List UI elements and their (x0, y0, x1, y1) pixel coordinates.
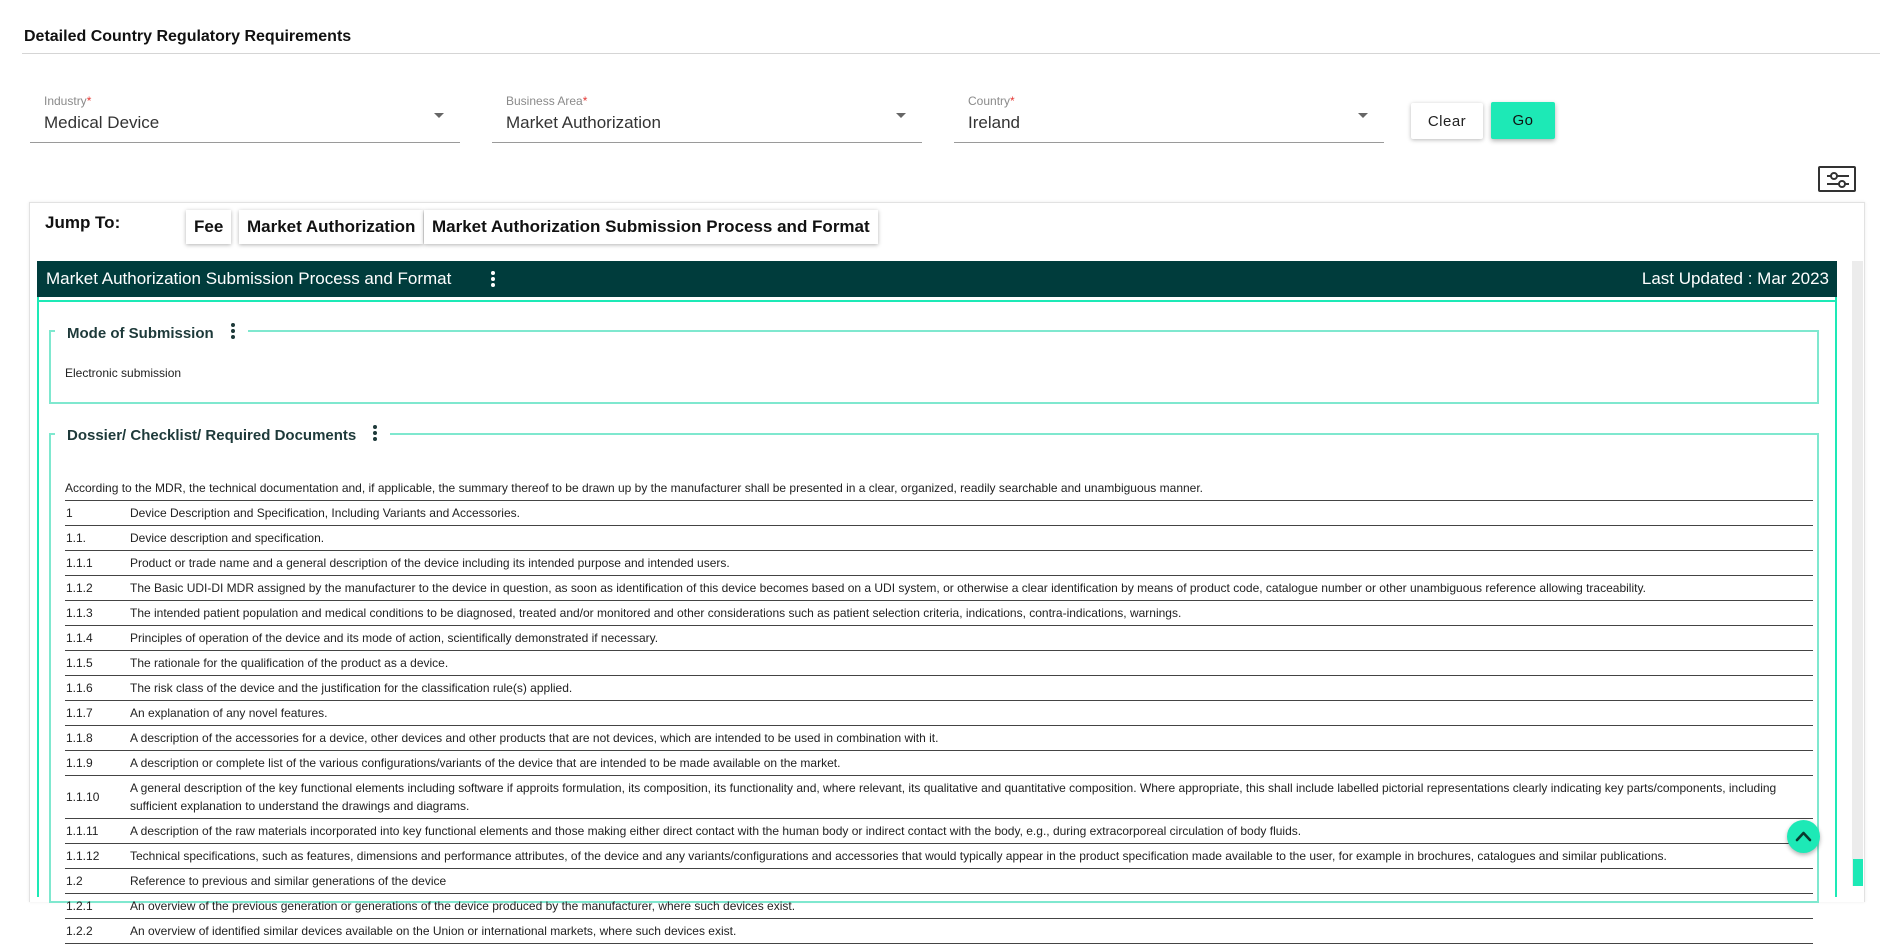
row-number: 1.1.4 (65, 625, 130, 651)
row-description: Product or trade name and a general desc… (130, 550, 1813, 576)
dossier-title: Dossier/ Checklist/ Required Documents (67, 426, 357, 444)
table-row: 1.1.10 A general description of the key f… (65, 775, 1813, 819)
more-vert-icon[interactable] (228, 322, 238, 344)
dossier-intro: According to the MDR, the technical docu… (65, 476, 1813, 501)
scrollbar[interactable] (1852, 261, 1863, 886)
table-row: 1.1.6 The risk class of the device and th… (65, 675, 1813, 701)
industry-label: Industry* (44, 94, 92, 108)
scrollbar-thumb[interactable] (1853, 859, 1863, 886)
row-number: 1.2.1 (65, 893, 130, 919)
jump-to-label: Jump To: (45, 213, 121, 232)
row-number: 1.1.8 (65, 725, 130, 751)
row-description: Device description and specification. (130, 525, 1813, 551)
table-row: 1.1.8 A description of the accessories fo… (65, 725, 1813, 751)
industry-value: Medical Device (44, 113, 160, 132)
row-number: 1.1.5 (65, 650, 130, 676)
mode-of-submission-legend: Mode of Submission (55, 322, 248, 344)
scroll-to-top-button[interactable] (1787, 820, 1820, 853)
row-description: Principles of operation of the device an… (130, 625, 1813, 651)
row-number: 1.1.7 (65, 700, 130, 726)
row-number: 1.1. (65, 525, 130, 551)
country-select[interactable]: Country* Ireland (954, 93, 1384, 143)
row-description: The Basic UDI-DI MDR assigned by the man… (130, 575, 1813, 601)
row-description: A description of the accessories for a d… (130, 725, 1813, 751)
row-number: 1.1.10 (65, 775, 130, 819)
table-row: 1.1.7 An explanation of any novel featur… (65, 700, 1813, 726)
row-number: 1.1.12 (65, 843, 130, 869)
content-divider (37, 300, 1837, 302)
clear-button[interactable]: Clear (1411, 103, 1483, 139)
table-row: 1 Device Description and Specification, I… (65, 500, 1813, 526)
table-row: According to the MDR, the technical docu… (65, 476, 1813, 501)
table-row: 1.1.12 Technical specifications, such as … (65, 843, 1813, 869)
table-row: 1.2.2 An overview of identified similar d… (65, 918, 1813, 944)
row-number: 1.1.3 (65, 600, 130, 626)
industry-select[interactable]: Industry* Medical Device (30, 93, 460, 143)
mode-of-submission-text: Electronic submission (65, 366, 182, 380)
business-area-value: Market Authorization (506, 113, 661, 132)
row-description: Device Description and Specification, In… (130, 500, 1813, 526)
business-area-select[interactable]: Business Area* Market Authorization (492, 93, 922, 143)
dossier-legend: Dossier/ Checklist/ Required Documents (55, 424, 391, 446)
section-header: Market Authorization Submission Process … (37, 261, 1837, 297)
last-updated-text: Last Updated : Mar 2023 (1641, 269, 1829, 288)
row-description: An overview of the previous generation o… (130, 893, 1813, 919)
table-row: 1.1.1 Product or trade name and a general… (65, 550, 1813, 576)
dossier-table: According to the MDR, the technical docu… (65, 476, 1813, 944)
country-value: Ireland (968, 113, 1020, 132)
row-description: A description of the raw materials incor… (130, 818, 1813, 844)
table-row: 1.1.4 Principles of operation of the devi… (65, 625, 1813, 651)
table-row: 1.1. Device description and specification… (65, 525, 1813, 551)
row-description: A description or complete list of the va… (130, 750, 1813, 776)
row-number: 1.1.9 (65, 750, 130, 776)
table-row: 1.1.2 The Basic UDI-DI MDR assigned by th… (65, 575, 1813, 601)
table-row: 1.1.5 The rationale for the qualification… (65, 650, 1813, 676)
row-description: Reference to previous and similar genera… (130, 868, 1813, 894)
more-vert-icon[interactable] (370, 424, 380, 446)
jump-fee-button[interactable]: Fee (186, 210, 232, 244)
jump-market-authorization-button[interactable]: Market Authorization (239, 210, 424, 244)
row-number: 1.1.2 (65, 575, 130, 601)
country-label: Country* (968, 94, 1015, 108)
mode-of-submission-box (49, 330, 1819, 404)
row-description: The intended patient population and medi… (130, 600, 1813, 626)
row-description: The risk class of the device and the jus… (130, 675, 1813, 701)
row-number: 1.2 (65, 868, 130, 894)
row-number: 1.1.6 (65, 675, 130, 701)
table-row: 1.1.3 The intended patient population and… (65, 600, 1813, 626)
row-number: 1 (65, 500, 130, 526)
table-row: 1.2 Reference to previous and similar gen… (65, 868, 1813, 894)
table-row: 1.1.11 A description of the raw materials… (65, 818, 1813, 844)
table-row: 1.2.1 An overview of the previous generat… (65, 893, 1813, 919)
row-number: 1.1.11 (65, 818, 130, 844)
row-description: An overview of identified similar device… (130, 918, 1813, 944)
caret-down-icon[interactable] (1358, 113, 1368, 118)
row-description: Technical specifications, such as featur… (130, 843, 1813, 869)
mode-of-submission-title: Mode of Submission (67, 324, 214, 342)
row-description: The rationale for the qualification of t… (130, 650, 1813, 676)
row-description: A general description of the key functio… (130, 775, 1813, 819)
page-title: Detailed Country Regulatory Requirements (24, 28, 352, 45)
caret-down-icon[interactable] (434, 113, 444, 118)
caret-down-icon[interactable] (896, 113, 906, 118)
go-button[interactable]: Go (1491, 102, 1555, 139)
jump-submission-process-button[interactable]: Market Authorization Submission Process … (424, 210, 878, 244)
filter-settings-button[interactable] (1818, 166, 1856, 192)
row-description: An explanation of any novel features. (130, 700, 1813, 726)
more-vert-icon[interactable] (485, 269, 501, 294)
title-divider (22, 53, 1880, 54)
row-number: 1.2.2 (65, 918, 130, 944)
section-title: Market Authorization Submission Process … (46, 269, 452, 288)
business-area-label: Business Area* (506, 94, 588, 108)
table-row: 1.1.9 A description or complete list of t… (65, 750, 1813, 776)
row-number: 1.1.1 (65, 550, 130, 576)
